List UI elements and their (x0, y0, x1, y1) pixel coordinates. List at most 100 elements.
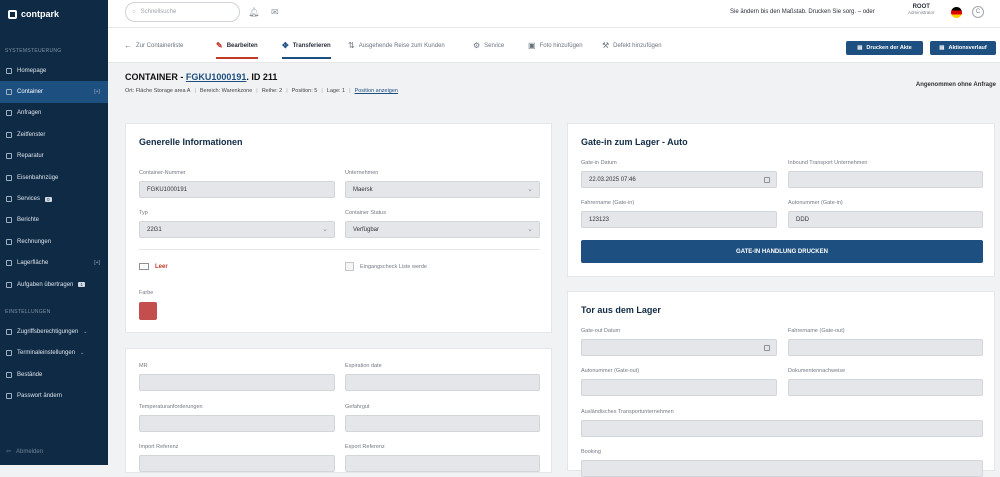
status-select[interactable]: Verfügbar ⌄ (345, 221, 540, 238)
sidebar-item-label: Bestände (17, 371, 43, 378)
checklist-checkbox[interactable]: Eingangscheck Liste werde (345, 262, 427, 271)
field-value: Verfügbar (353, 226, 380, 233)
chevron-down-icon: ⌄ (322, 226, 328, 233)
container-number-field[interactable]: FGKU1000191 (139, 181, 335, 198)
add-container-icon[interactable]: [+] (94, 89, 100, 95)
home-icon (6, 67, 12, 74)
container-number-label: Container-Nummer (139, 170, 186, 176)
gate-in-date-field[interactable]: 22.03.2025 07:46 (581, 171, 777, 188)
gear-icon: ⚙ (473, 41, 481, 50)
user-role: Administrator (908, 10, 935, 15)
company-select[interactable]: Maersk ⌄ (345, 181, 540, 198)
logout-button[interactable]: ⇦ Abmelden (6, 448, 43, 456)
tab-services[interactable]: ⚙ Service (473, 28, 504, 63)
print-file-button[interactable]: ▤ Drucken der Akte (846, 41, 923, 55)
sidebar-item-reparatur[interactable]: Reparatur (0, 146, 108, 167)
back-label: Zur Containerliste (136, 42, 184, 49)
gate-out-date-field[interactable] (581, 339, 777, 356)
sidebar-item-eisenbahnzuege[interactable]: Eisenbahnzüge (0, 167, 108, 188)
tasks-count-badge: 1 (78, 282, 85, 288)
history-button[interactable]: ▤ Aktionsverlauf (930, 41, 996, 55)
tab-edit[interactable]: ✎ Bearbeiten (216, 28, 258, 63)
tab-defect[interactable]: ⚒ Defekt hinzufügen (602, 28, 662, 63)
field-value: Maersk (353, 186, 373, 193)
sidebar-item-container[interactable]: Container [+] (0, 81, 108, 103)
mrn-field[interactable] (139, 374, 335, 391)
import-ref-field[interactable] (139, 455, 335, 472)
show-position-link[interactable]: Position anzeigen (355, 88, 398, 94)
sidebar-item-anfragen[interactable]: Anfragen (0, 103, 108, 124)
sidebar-item-rechnungen[interactable]: Rechnungen (0, 231, 108, 252)
search-input[interactable]: ○ Schnellsuche (125, 2, 240, 22)
gate-out-driver-field[interactable] (788, 339, 983, 356)
container-icon (6, 89, 12, 96)
request-icon (6, 110, 12, 117)
plate-number-field[interactable]: DDD (788, 211, 983, 228)
container-id-link[interactable]: FGKU1000191 (186, 72, 247, 82)
add-storage-icon[interactable]: [+] (94, 260, 100, 266)
container-status-label: Angenommen ohne Anfrage (915, 82, 996, 88)
brand-logo[interactable]: contpark (0, 0, 108, 28)
sidebar-item-homepage[interactable]: Homepage (0, 60, 108, 81)
title-prefix: CONTAINER - (125, 72, 186, 82)
temperature-field[interactable] (139, 415, 335, 432)
empty-toggle[interactable]: Leer (139, 263, 168, 270)
bell-icon[interactable]: 🔔︎ (248, 7, 259, 18)
plate-number-label: Autonummer (Gate-in) (788, 200, 843, 206)
print-gate-in-button[interactable]: GATE-IN HANDLUNG DRUCKEN (581, 240, 983, 263)
export-ref-field[interactable] (345, 455, 540, 472)
sidebar-item-bestaende[interactable]: Bestände (0, 364, 108, 385)
field-value: 123123 (589, 216, 610, 223)
sidebar-item-label: Services (17, 196, 41, 203)
tab-label: Service (484, 42, 505, 49)
button-label: Aktionsverlauf (948, 45, 987, 51)
foreign-transport-field[interactable] (581, 420, 983, 437)
type-select[interactable]: 22G1 ⌄ (139, 221, 335, 238)
inbound-transport-field[interactable] (788, 171, 983, 188)
color-label: Farbe (139, 290, 154, 296)
user-menu[interactable]: ROOT Administrator (908, 4, 935, 15)
sidebar-item-lagerflaeche[interactable]: Lagerfläche [+] (0, 253, 108, 274)
documents-field[interactable] (788, 379, 983, 396)
move-icon: ✥ (282, 41, 289, 50)
gate-out-plate-field[interactable] (581, 379, 777, 396)
sidebar-item-zugriff[interactable]: Zugriffsberechtigungen ⌄ (0, 321, 108, 342)
tab-photo[interactable]: ▣ Foto hinzufügen (528, 28, 583, 63)
invoice-icon (6, 238, 12, 245)
tab-transfer[interactable]: ✥ Transferieren (282, 28, 331, 63)
account-icon[interactable]: C (972, 6, 984, 18)
language-flag-icon[interactable] (951, 7, 962, 18)
clock-icon (6, 131, 12, 138)
sidebar-item-terminal[interactable]: Terminaleinstellungen ⌄ (0, 343, 108, 364)
sidebar-item-aufgaben[interactable]: Aufgaben übertragen 1 (0, 274, 108, 295)
field-value: 22G1 (147, 226, 162, 233)
action-bar: ← Zur Containerliste ✎ Bearbeiten ✥ Transfe… (108, 28, 1000, 63)
color-swatch[interactable] (139, 302, 157, 320)
sidebar-item-label: Aufgaben übertragen (17, 281, 74, 288)
sidebar-item-zeitfenster[interactable]: Zeitfenster (0, 124, 108, 145)
sidebar-section-title: EINSTELLUNGEN (5, 309, 51, 316)
booking-field[interactable] (581, 460, 983, 477)
logo-icon (8, 9, 17, 19)
topbar: ○ Schnellsuche 🔔︎ ✉ Sie ändern bis den M… (108, 0, 1000, 28)
calendar-icon (764, 345, 770, 351)
gate-out-plate-label: Autonummer (Gate-out) (581, 368, 640, 374)
gate-in-card: Gate-in zum Lager - Auto Gate-in Datum 2… (567, 123, 995, 277)
chevron-down-icon: ⌄ (527, 186, 533, 193)
mail-icon[interactable]: ✉ (271, 7, 279, 18)
gate-out-driver-label: Fahrername (Gate-out) (788, 328, 845, 334)
dangerous-goods-field[interactable] (345, 415, 540, 432)
sidebar-item-services[interactable]: Services 0 (0, 188, 108, 209)
brand-name: contpark (21, 9, 60, 19)
tab-outgoing[interactable]: ⇅ Ausgehende Reise zum Kunden (348, 28, 445, 63)
image-icon: ▣ (528, 41, 536, 50)
back-to-list-link[interactable]: ← Zur Containerliste (124, 28, 183, 63)
sidebar-item-passwort[interactable]: Passwort ändern (0, 385, 108, 406)
driver-name-label: Fahrername (Gate-in) (581, 200, 635, 206)
tab-label: Foto hinzufügen (539, 42, 583, 49)
general-info-card: Generelle Informationen Container-Nummer… (125, 123, 552, 333)
sidebar-item-berichte[interactable]: Berichte (0, 210, 108, 231)
driver-name-field[interactable]: 123123 (581, 211, 777, 228)
field-value: 22.03.2025 07:46 (589, 176, 636, 183)
expiry-field[interactable] (345, 374, 540, 391)
